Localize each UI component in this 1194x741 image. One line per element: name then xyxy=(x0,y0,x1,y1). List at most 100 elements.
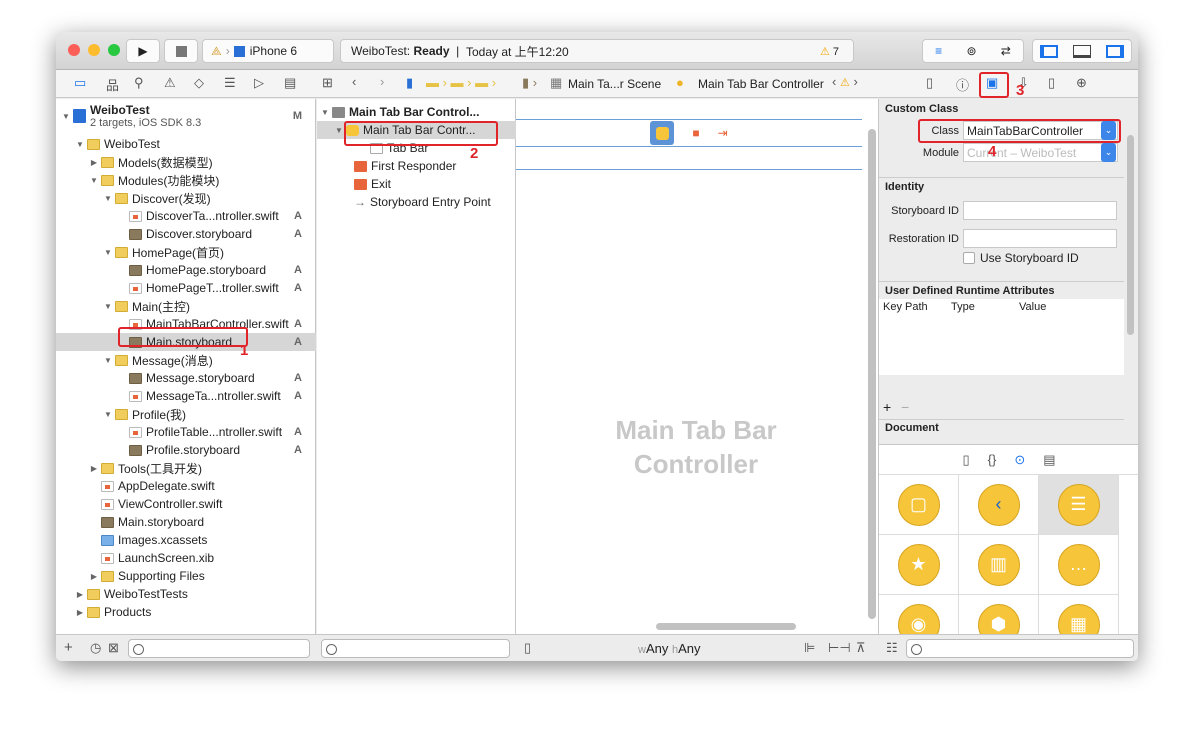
disclosure-triangle[interactable]: ▶ xyxy=(76,590,84,599)
pin-icon[interactable]: ⊢⊣ xyxy=(828,640,851,656)
navigator-item[interactable]: Message.storyboard A xyxy=(56,369,316,387)
horizontal-scrollbar[interactable] xyxy=(656,623,796,630)
breadcrumb-controller[interactable]: Main Tab Bar Controller xyxy=(698,77,824,91)
version-editor-icon[interactable]: ⇄ xyxy=(1001,44,1011,58)
disclosure-triangle[interactable]: ▼ xyxy=(104,248,112,257)
navigator-item[interactable]: ▼ Message(消息) xyxy=(56,351,316,369)
utilities-toggle-icon[interactable] xyxy=(1105,44,1124,58)
vertical-scrollbar[interactable] xyxy=(868,129,876,619)
assistant-editor-icon[interactable]: ⊚ xyxy=(966,44,976,58)
navigator-item[interactable]: ProfileTable...ntroller.swift A xyxy=(56,423,316,441)
quick-help-icon[interactable]: ⓘ xyxy=(956,75,969,94)
navigator-item[interactable]: ▼ WeiboTest xyxy=(56,135,316,153)
navigator-item[interactable]: ▶ Models(数据模型) xyxy=(56,153,316,171)
module-dropdown-button[interactable]: ⌄ xyxy=(1101,143,1116,162)
disclosure-triangle[interactable]: ▼ xyxy=(104,356,112,365)
symbol-navigator-icon[interactable]: 品 xyxy=(106,75,119,94)
breadcrumb-folder-icon[interactable]: ▬ › ▬ › ▬ › xyxy=(426,75,496,90)
navigator-item[interactable]: Images.xcassets xyxy=(56,531,316,549)
stop-button[interactable] xyxy=(164,39,198,63)
navigator-item[interactable]: ▼ Discover(发现) xyxy=(56,189,316,207)
disclosure-triangle[interactable]: ▼ xyxy=(90,176,98,185)
disclosure-triangle[interactable]: ▶ xyxy=(90,464,98,473)
disclosure-triangle[interactable]: ▼ xyxy=(104,410,112,419)
navigator-item[interactable]: ▼ Modules(功能模块) xyxy=(56,171,316,189)
navigator-item[interactable]: ▼ Main(主控) xyxy=(56,297,316,315)
add-attribute-button[interactable]: + xyxy=(883,399,891,415)
dock-controller-icon[interactable] xyxy=(650,121,675,145)
connections-inspector-icon[interactable]: ⊕ xyxy=(1076,75,1087,91)
breakpoint-navigator-icon[interactable]: ▷ xyxy=(254,75,264,91)
navigator-item[interactable]: DiscoverTa...ntroller.swift A xyxy=(56,207,316,225)
use-storyboard-id-checkbox[interactable]: Use Storyboard ID xyxy=(963,251,1079,265)
dock-first-responder-icon[interactable]: ■ xyxy=(692,126,699,140)
run-button[interactable]: ▶ xyxy=(126,39,160,63)
test-navigator-icon[interactable]: ◇ xyxy=(194,75,204,91)
warnings-indicator[interactable]: ⚠ 7 xyxy=(820,45,839,58)
navigator-toggle-icon[interactable] xyxy=(1040,44,1059,58)
disclosure-triangle[interactable]: ▶ xyxy=(76,608,84,617)
navigator-item[interactable]: Profile.storyboard A xyxy=(56,441,316,459)
breadcrumb-scene[interactable]: Main Ta...r Scene xyxy=(568,77,661,91)
storyboard-id-field[interactable] xyxy=(963,201,1117,220)
navigator-item[interactable]: MessageTa...ntroller.swift A xyxy=(56,387,316,405)
issue-navigator-icon[interactable]: ⚠ xyxy=(164,75,176,91)
storyboard-canvas[interactable]: ■ ⇥ Main Tab Bar Controller xyxy=(516,99,878,634)
align-icon[interactable]: ⊫ xyxy=(804,640,815,656)
breadcrumb-storyboard-icon[interactable]: ▮ › xyxy=(522,75,537,91)
minimize-button[interactable] xyxy=(88,44,100,56)
navigator-filter-input[interactable] xyxy=(128,639,310,658)
project-navigator-icon[interactable]: ▭ xyxy=(74,75,86,91)
object-library-icon[interactable]: ⊙ xyxy=(1014,452,1025,468)
file-inspector-icon[interactable]: ▯ xyxy=(926,75,933,91)
library-object[interactable]: ▥ xyxy=(959,535,1039,595)
navigator-item[interactable]: ▶ Tools(工具开发) xyxy=(56,459,316,477)
size-inspector-icon[interactable]: ▯ xyxy=(1048,75,1055,91)
navigator-item[interactable]: ▶ WeiboTestTests xyxy=(56,585,316,603)
standard-editor-icon[interactable]: ≡ xyxy=(935,44,942,58)
file-template-icon[interactable]: ▯ xyxy=(962,452,969,468)
forward-icon[interactable]: › xyxy=(380,74,384,89)
add-file-button[interactable]: + xyxy=(64,639,73,656)
find-navigator-icon[interactable]: ⚲ xyxy=(134,75,144,91)
navigator-item[interactable]: AppDelegate.swift xyxy=(56,477,316,495)
library-object[interactable]: … xyxy=(1039,535,1119,595)
library-filter-input[interactable] xyxy=(906,639,1134,658)
inspector-scrollbar[interactable] xyxy=(1127,135,1134,335)
debug-toggle-icon[interactable] xyxy=(1072,44,1091,58)
project-root[interactable]: ▼ WeiboTest 2 targets, iOS SDK 8.3 M xyxy=(56,101,316,131)
library-object[interactable]: ☰ xyxy=(1039,475,1119,535)
disclosure-triangle[interactable]: ▼ xyxy=(104,302,112,311)
outline-exit[interactable]: Exit xyxy=(317,175,516,193)
media-library-icon[interactable]: ▤ xyxy=(1043,452,1055,468)
zoom-button[interactable] xyxy=(108,44,120,56)
navigator-item[interactable]: ▶ Products xyxy=(56,603,316,621)
recent-files-icon[interactable]: ◷ xyxy=(90,640,101,656)
outline-filter-input[interactable] xyxy=(321,639,510,658)
dock-exit-icon[interactable]: ⇥ xyxy=(718,126,728,140)
resolve-icon[interactable]: ⊼ xyxy=(856,640,866,656)
navigator-item[interactable]: HomePageT...troller.swift A xyxy=(56,279,316,297)
navigator-item[interactable]: HomePage.storyboard A xyxy=(56,261,316,279)
runtime-attrs-table[interactable]: Key Path Type Value xyxy=(879,299,1124,375)
disclosure-triangle[interactable]: ▼ xyxy=(76,140,84,149)
remove-attribute-button[interactable]: − xyxy=(901,399,909,415)
library-object[interactable]: ▢ xyxy=(879,475,959,535)
module-field[interactable]: Current – WeiboTest xyxy=(963,143,1118,162)
navigator-item[interactable]: ▼ HomePage(首页) xyxy=(56,243,316,261)
breadcrumb-project-icon[interactable]: ▮ xyxy=(406,75,413,91)
library-object[interactable]: ‹ xyxy=(959,475,1039,535)
navigator-item[interactable]: ▼ Profile(我) xyxy=(56,405,316,423)
navigator-item[interactable]: ▶ Supporting Files xyxy=(56,567,316,585)
disclosure-triangle[interactable]: ▼ xyxy=(104,194,112,203)
debug-navigator-icon[interactable]: ☰ xyxy=(224,75,236,91)
outline-first-responder[interactable]: First Responder xyxy=(317,157,516,175)
scheme-selector[interactable]: ⟁ › iPhone 6 xyxy=(202,39,334,63)
navigator-item[interactable]: Discover.storyboard A xyxy=(56,225,316,243)
size-class-control[interactable]: wAny hAny xyxy=(638,641,701,656)
navigator-item[interactable]: LaunchScreen.xib xyxy=(56,549,316,567)
prev-issue-icon[interactable]: ‹ ⚠ › xyxy=(832,74,858,89)
close-button[interactable] xyxy=(68,44,80,56)
code-snippet-icon[interactable]: {} xyxy=(988,452,997,467)
navigator-item[interactable]: ViewController.swift xyxy=(56,495,316,513)
